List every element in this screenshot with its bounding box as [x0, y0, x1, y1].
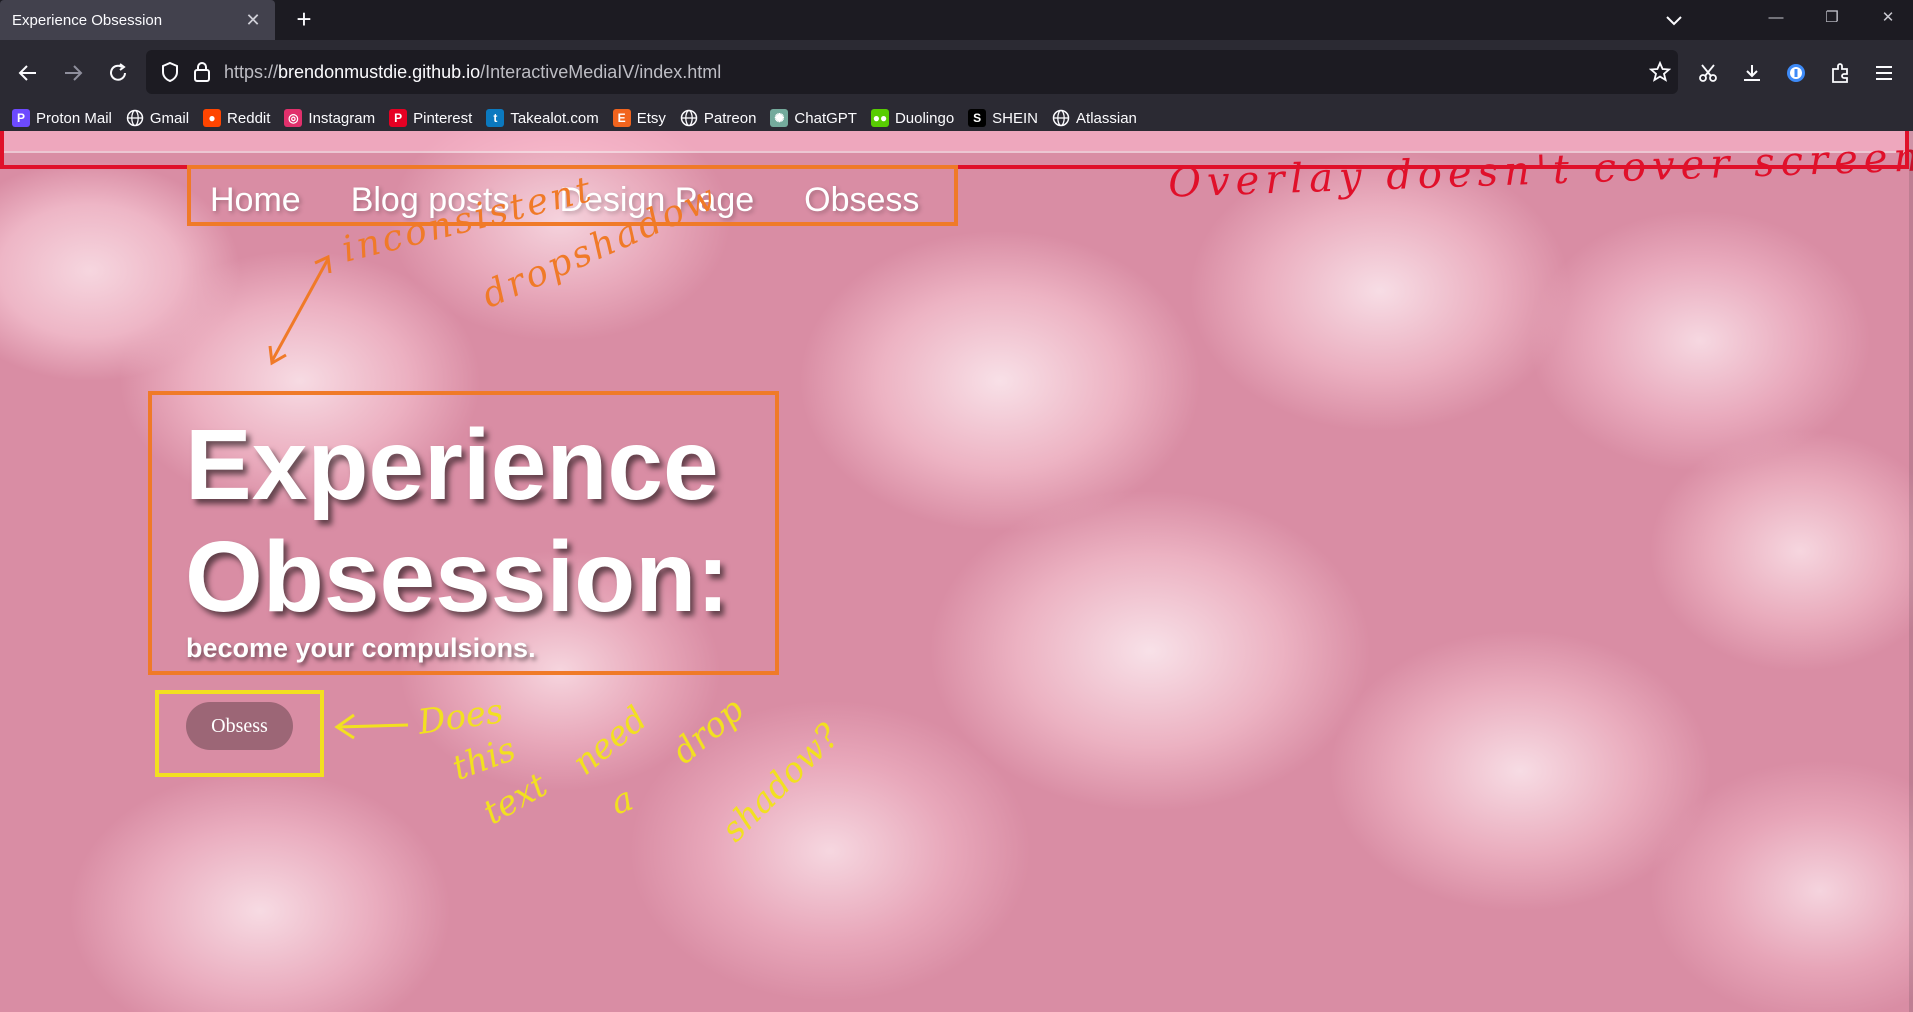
bookmark-instagram[interactable]: ◎ Instagram [284, 109, 375, 127]
globe-icon [126, 109, 144, 127]
url-text[interactable]: https://brendonmustdie.github.io/Interac… [224, 62, 721, 83]
bookmark-atlassian[interactable]: Atlassian [1052, 109, 1137, 127]
button-note-word-5: a [605, 778, 639, 824]
instagram-icon: ◎ [284, 109, 303, 127]
button-note-word-4: need [564, 698, 655, 784]
globe-icon [1052, 109, 1070, 127]
url-host: brendonmustdie.github.io [278, 62, 481, 82]
address-bar[interactable]: https://brendonmustdie.github.io/Interac… [146, 50, 1678, 94]
duolingo-icon: ●● [870, 109, 889, 127]
bookmark-chatgpt[interactable]: ✺ ChatGPT [770, 109, 857, 127]
bookmark-label: SHEIN [992, 109, 1039, 127]
etsy-icon: E [612, 109, 631, 127]
bookmark-patreon[interactable]: Patreon [680, 109, 757, 127]
lock-icon[interactable] [188, 58, 216, 86]
bookmark-label: Takealot.com [510, 109, 599, 127]
bookmark-label: Reddit [227, 109, 271, 127]
reload-icon[interactable] [104, 59, 132, 87]
tab-title: Experience Obsession [12, 11, 163, 29]
bookmark-label: ChatGPT [794, 109, 857, 127]
button-note-word-7: shadow? [713, 716, 848, 850]
yellow-left-arrow-icon [334, 713, 409, 740]
bookmark-reddit[interactable]: ● Reddit [203, 109, 270, 127]
reddit-icon: ● [203, 109, 222, 127]
download-icon[interactable] [1738, 59, 1766, 87]
takealot-icon: t [486, 109, 505, 127]
minimize-button[interactable]: — [1756, 6, 1796, 30]
globe-icon [680, 109, 698, 127]
url-scheme: https:// [224, 62, 279, 82]
extensions-icon[interactable] [1826, 59, 1854, 87]
new-tab-button[interactable]: + [290, 6, 318, 34]
url-path: /InteractiveMediaIV/index.html [480, 62, 722, 82]
shield-icon[interactable] [156, 58, 184, 86]
bookmark-duolingo[interactable]: ●● Duolingo [870, 109, 955, 127]
bookmark-pinterest[interactable]: P Pinterest [389, 109, 472, 127]
password-manager-icon[interactable] [1782, 59, 1810, 87]
pinterest-icon: P [389, 109, 408, 127]
bookmark-label: Pinterest [413, 109, 473, 127]
active-tab[interactable]: Experience Obsession ✕ [0, 0, 275, 40]
close-tab-icon[interactable]: ✕ [243, 10, 263, 31]
bookmark-star-icon[interactable] [1646, 58, 1674, 86]
orange-annotation-box-hero [148, 391, 779, 675]
restore-button[interactable]: ❐ [1812, 6, 1852, 30]
bookmark-gmail[interactable]: Gmail [126, 109, 189, 127]
bookmark-label: Gmail [149, 109, 190, 127]
orange-double-arrow-icon [268, 254, 332, 366]
page-viewport: Home Blog posts Design Page Obsess Exper… [0, 131, 1913, 1012]
bookmark-label: Patreon [703, 109, 757, 127]
shein-icon: S [968, 109, 987, 127]
bookmark-label: Etsy [636, 109, 666, 127]
proton-icon: P [12, 109, 30, 127]
bookmark-label: Instagram [308, 109, 376, 127]
menu-icon[interactable] [1870, 59, 1898, 87]
page-scrollbar[interactable] [1909, 131, 1913, 1012]
bookmarks-toolbar: P Proton Mail Gmail ● Reddit ◎ Instagram P Pinte… [0, 105, 1913, 131]
forward-arrow-icon[interactable] [59, 59, 87, 87]
chatgpt-icon: ✺ [770, 109, 789, 127]
tab-bar: Experience Obsession ✕ + — ❐ ✕ [0, 0, 1913, 40]
bookmark-label: Atlassian [1076, 109, 1137, 127]
button-note-word-6: drop [664, 689, 752, 773]
chevron-down-icon[interactable] [1662, 8, 1686, 32]
navigation-toolbar: https://brendonmustdie.github.io/Interac… [0, 40, 1913, 105]
close-window-button[interactable]: ✕ [1868, 6, 1908, 30]
bookmark-proton-mail[interactable]: P Proton Mail [12, 109, 112, 127]
back-arrow-icon[interactable] [14, 59, 42, 87]
bookmark-etsy[interactable]: E Etsy [612, 109, 666, 127]
bookmark-label: Duolingo [894, 109, 955, 127]
bookmark-takealot-com[interactable]: t Takealot.com [486, 109, 599, 127]
bookmark-shein[interactable]: S SHEIN [968, 109, 1038, 127]
screenshot-icon[interactable] [1694, 59, 1722, 87]
bookmark-label: Proton Mail [36, 109, 112, 127]
yellow-annotation-box-button [155, 690, 324, 777]
